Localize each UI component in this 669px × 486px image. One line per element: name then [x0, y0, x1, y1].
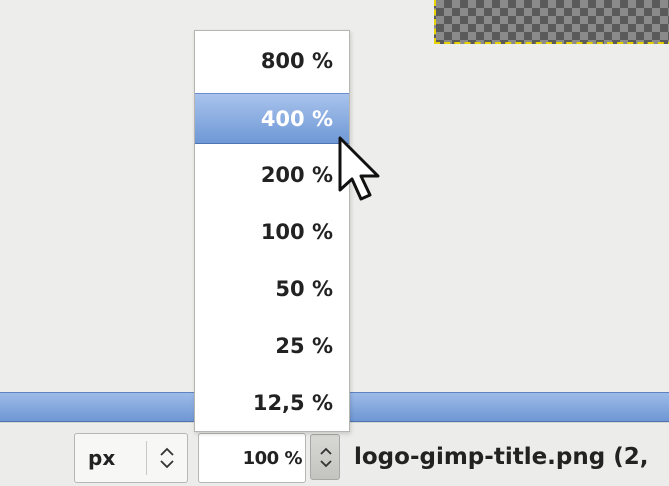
zoom-option-400[interactable]: 400 % [195, 93, 349, 144]
updown-chevron-icon [320, 447, 332, 468]
zoom-dropdown-menu: 800 % 400 % 200 % 100 % 50 % 25 % 12,5 % [194, 30, 350, 432]
updown-chevron-icon[interactable] [156, 443, 178, 473]
mouse-pointer-icon [338, 136, 388, 216]
zoom-dropdown-button[interactable] [310, 434, 340, 480]
unit-separator [146, 441, 147, 475]
transparent-layer-preview [434, 0, 669, 44]
zoom-option-50[interactable]: 50 % [195, 264, 349, 315]
unit-label: px [88, 446, 116, 470]
zoom-option-12-5[interactable]: 12,5 % [195, 378, 349, 429]
zoom-option-25[interactable]: 25 % [195, 321, 349, 372]
image-filename: logo-gimp-title.png (2, [354, 444, 649, 470]
zoom-option-800[interactable]: 800 % [195, 36, 349, 87]
zoom-level-value: 100 % [242, 448, 303, 469]
zoom-option-100[interactable]: 100 % [195, 207, 349, 258]
zoom-option-200[interactable]: 200 % [195, 150, 349, 201]
